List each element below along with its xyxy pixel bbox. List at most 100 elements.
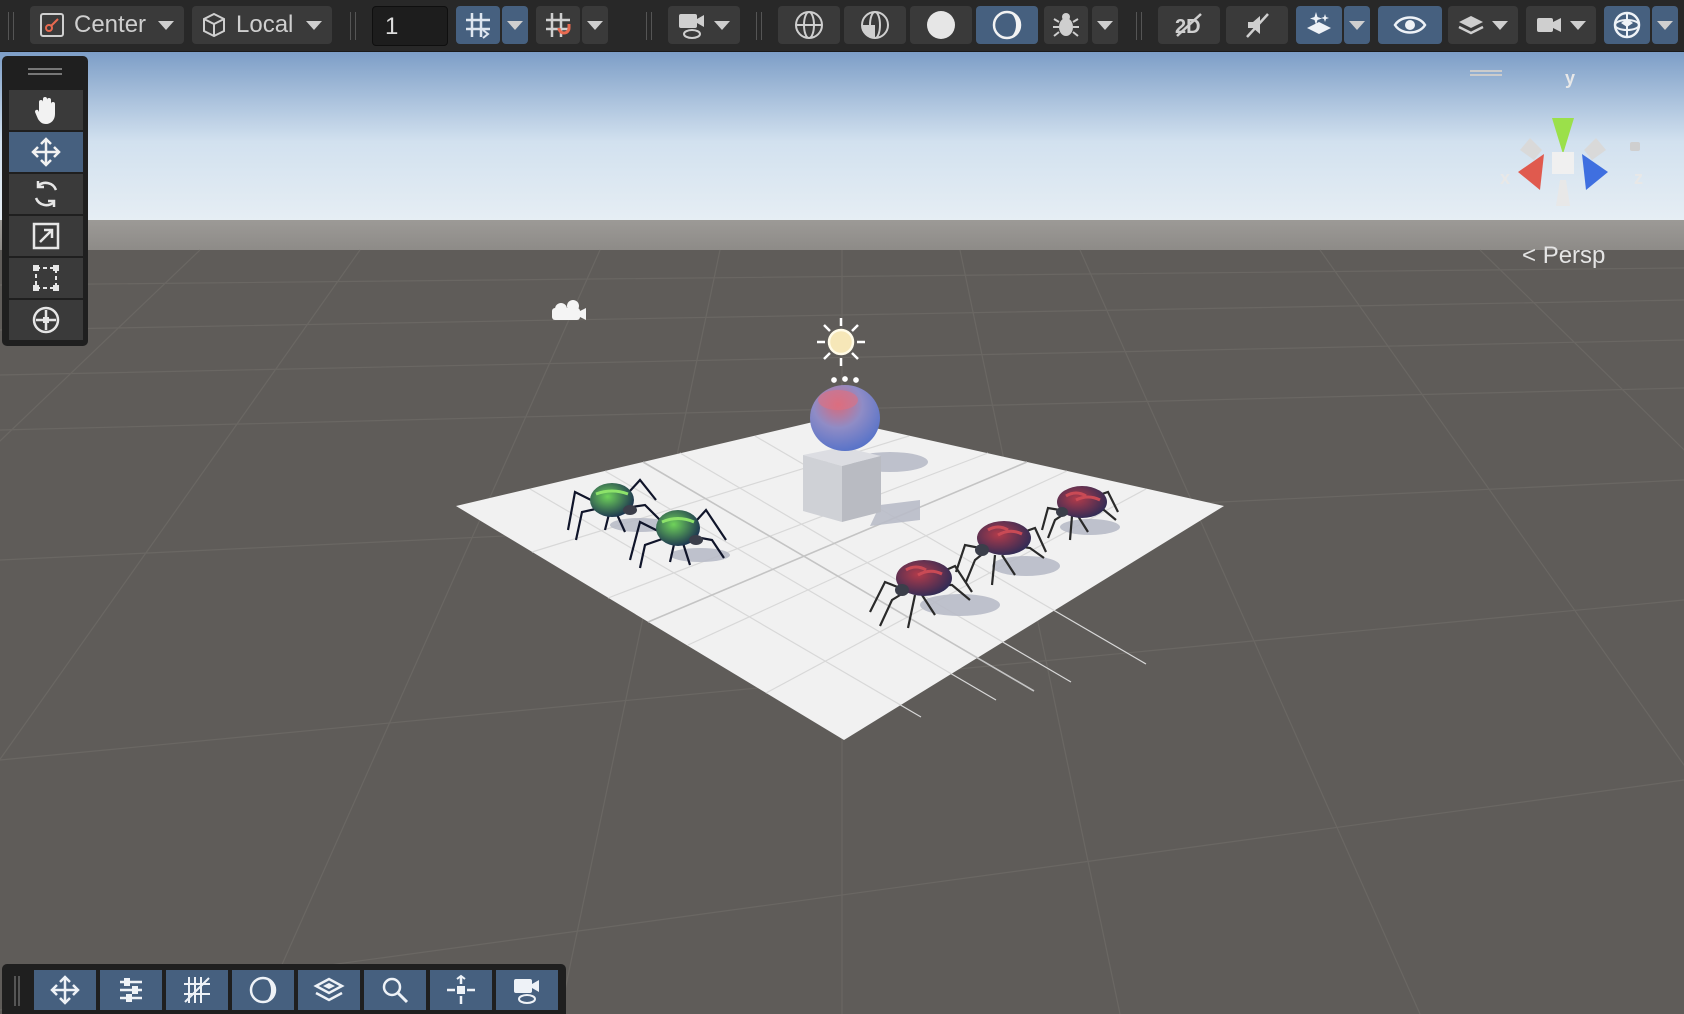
projection-label: Persp <box>1542 242 1606 269</box>
debug-draw-mode-button[interactable] <box>1044 6 1088 44</box>
y-axis-cone[interactable] <box>1552 118 1574 154</box>
lighting-toggle[interactable] <box>976 6 1038 44</box>
camera-overlay-icon <box>514 979 539 1004</box>
draw-mode-dropdown[interactable] <box>1092 6 1118 44</box>
chevron-down-icon <box>158 21 174 30</box>
increment-snap-icon <box>546 13 571 37</box>
scene-toolbar: Center Local 1 <box>0 0 1684 52</box>
toolbar-grip[interactable] <box>350 12 356 40</box>
grid-snap-button[interactable] <box>456 6 500 44</box>
local-cube-icon <box>203 12 225 38</box>
camera-settings-dropdown[interactable] <box>1526 6 1596 44</box>
grid-snap-dropdown[interactable] <box>502 6 528 44</box>
tool-settings-icon <box>120 978 142 1002</box>
hand-icon <box>34 97 55 124</box>
layers-dropdown[interactable] <box>1448 6 1518 44</box>
gizmos-globe-icon <box>1613 11 1641 39</box>
overlay-tool-settings-button[interactable] <box>100 970 162 1010</box>
cube[interactable] <box>803 447 881 522</box>
toolbar-grip[interactable] <box>646 12 652 40</box>
scale-tool[interactable] <box>9 216 83 256</box>
grid-snap-icon <box>466 13 490 39</box>
audio-mute-icon <box>1246 13 1269 38</box>
overlay-toolbar <box>2 964 566 1014</box>
gizmos-dropdown[interactable] <box>1652 6 1678 44</box>
y-axis-label: y <box>1565 68 1576 88</box>
tools-palette <box>2 56 88 346</box>
search-overlay-icon <box>382 977 409 1004</box>
chevron-down-icon <box>1492 21 1508 30</box>
z-axis-cone[interactable] <box>1582 154 1608 190</box>
move-tool[interactable] <box>9 132 83 172</box>
shaded-mode-button[interactable] <box>910 6 972 44</box>
shaded-wireframe-icon <box>861 11 889 39</box>
pivot-rotation-label: Local <box>236 11 294 38</box>
orientation-overlay-icon <box>447 974 475 1004</box>
gizmo-center-cube[interactable] <box>1552 152 1574 174</box>
chevron-down-icon <box>306 21 322 30</box>
camera-icon <box>1537 18 1561 32</box>
x-axis-cone[interactable] <box>1518 154 1544 190</box>
scene-viewport[interactable]: y x z < Persp <box>0 52 1684 1014</box>
toolbar-grip[interactable] <box>756 12 762 40</box>
move-arrows-icon <box>31 137 61 167</box>
shaded-sphere-icon <box>927 11 955 39</box>
audio-toggle-button[interactable] <box>1226 6 1288 44</box>
chevron-down-icon <box>1570 21 1586 30</box>
layers-overlay-icon <box>313 977 345 1002</box>
overlay-orientation-button[interactable] <box>430 970 492 1010</box>
grid-size-field[interactable]: 1 <box>372 6 448 46</box>
wireframe-globe-icon <box>795 11 823 39</box>
scene-visibility-button[interactable] <box>1378 6 1442 44</box>
scene-render <box>0 52 1684 1014</box>
2d-toggle-button[interactable]: 2D <box>1158 6 1220 44</box>
overlay-search-button[interactable] <box>364 970 426 1010</box>
pivot-center-icon <box>40 13 64 37</box>
toolbar-grip[interactable] <box>1136 12 1142 40</box>
rect-tool[interactable] <box>9 258 83 298</box>
move-overlay-icon <box>50 975 80 1005</box>
scale-icon <box>32 222 60 250</box>
layers-icon <box>1458 16 1484 35</box>
lock-icon[interactable] <box>1630 142 1640 151</box>
chevron-left-icon: < <box>1522 242 1537 269</box>
toolbar-grip[interactable] <box>8 12 14 40</box>
rotate-icon <box>34 181 58 207</box>
effects-dropdown[interactable] <box>1344 6 1370 44</box>
orientation-gizmo[interactable] <box>1490 70 1640 220</box>
camera-view-dropdown[interactable] <box>668 6 740 44</box>
sphere[interactable] <box>810 385 880 451</box>
effects-toggle-button[interactable] <box>1296 6 1342 44</box>
pivot-mode-dropdown[interactable]: Center <box>30 6 184 44</box>
x-axis-label: x <box>1500 168 1511 188</box>
projection-toggle[interactable]: < Persp <box>1522 242 1605 270</box>
neg-y-cone[interactable] <box>1556 180 1570 206</box>
rotate-tool[interactable] <box>9 174 83 214</box>
increment-snap-dropdown[interactable] <box>582 6 608 44</box>
overlay-grid-button[interactable] <box>166 970 228 1010</box>
palette-grip[interactable] <box>28 68 62 75</box>
wireframe-mode-button[interactable] <box>778 6 840 44</box>
neg-z-cone[interactable] <box>1520 138 1542 160</box>
debug-bug-icon <box>1053 13 1079 37</box>
camera-view-icon <box>679 14 704 39</box>
hand-tool[interactable] <box>9 90 83 130</box>
2d-toggle-icon: 2D <box>1175 13 1202 38</box>
pivot-rotation-dropdown[interactable]: Local <box>192 6 332 44</box>
increment-snap-button[interactable] <box>536 6 580 44</box>
overlay-lighting-button[interactable] <box>232 970 294 1010</box>
overlay-toolbar-grip[interactable] <box>14 976 20 1006</box>
overlay-move-button[interactable] <box>34 970 96 1010</box>
transform-tool[interactable] <box>9 300 83 340</box>
shaded-wireframe-button[interactable] <box>844 6 906 44</box>
overlay-camera-button[interactable] <box>496 970 558 1010</box>
lighting-overlay-icon <box>249 976 277 1004</box>
visibility-eye-icon <box>1393 16 1427 34</box>
transform-icon <box>32 306 60 334</box>
chevron-down-icon <box>714 21 730 30</box>
rect-transform-icon <box>33 265 59 291</box>
neg-x-cone[interactable] <box>1584 138 1606 160</box>
lighting-moon-icon <box>992 10 1022 40</box>
gizmos-toggle-button[interactable] <box>1604 6 1650 44</box>
overlay-layers-button[interactable] <box>298 970 360 1010</box>
